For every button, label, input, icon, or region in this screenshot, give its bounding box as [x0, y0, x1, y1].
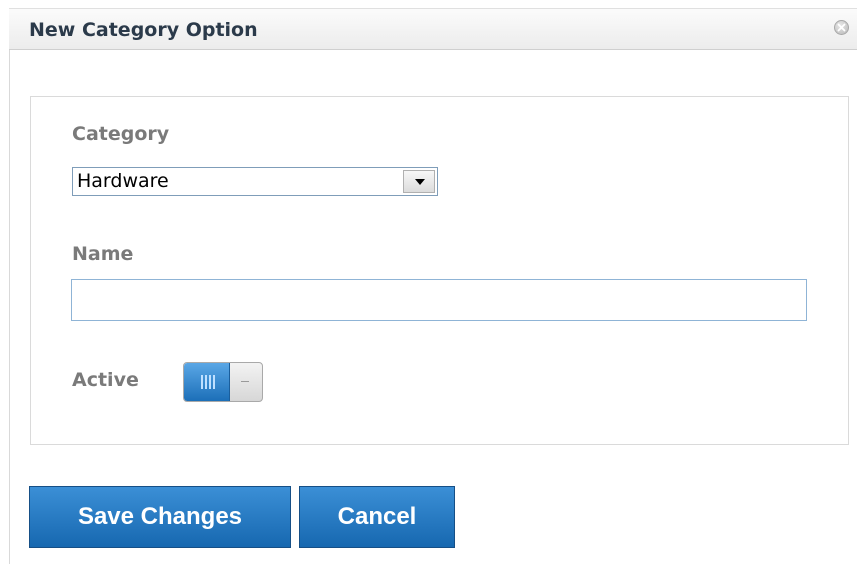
close-x-glyph	[837, 23, 846, 32]
dialog-title: New Category Option	[29, 19, 258, 41]
active-label: Active	[72, 369, 139, 391]
name-label: Name	[72, 243, 134, 265]
new-category-option-dialog: New Category Option Category Hardware Na…	[0, 0, 857, 564]
close-icon[interactable]	[834, 20, 849, 35]
dialog-titlebar: New Category Option	[9, 8, 857, 50]
cancel-button[interactable]: Cancel	[299, 486, 455, 548]
save-changes-button[interactable]: Save Changes	[29, 486, 291, 548]
select-dropdown-button[interactable]	[403, 170, 435, 193]
toggle-grip-icon	[201, 375, 215, 389]
toggle-off-indicator	[241, 381, 249, 382]
category-label: Category	[72, 123, 170, 145]
category-select-value: Hardware	[77, 170, 169, 192]
toggle-on-segment	[184, 363, 230, 401]
form-panel	[30, 96, 849, 445]
chevron-down-icon	[415, 179, 425, 185]
active-toggle[interactable]	[183, 362, 263, 402]
category-select[interactable]: Hardware	[72, 167, 438, 196]
dialog-border	[9, 50, 10, 564]
name-input[interactable]	[71, 279, 807, 321]
